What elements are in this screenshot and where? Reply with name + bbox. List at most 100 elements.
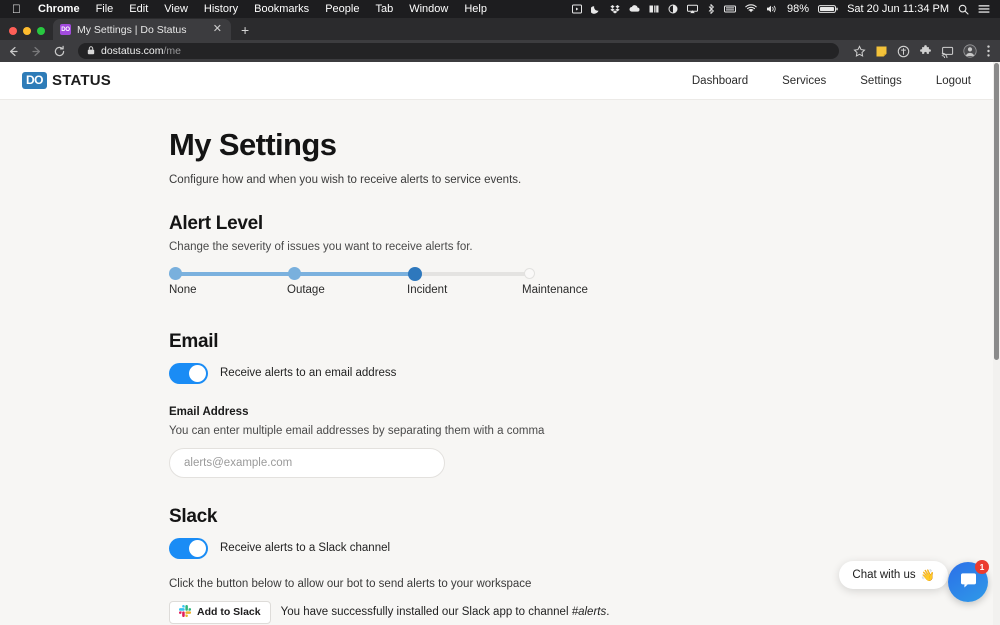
browser-tab[interactable]: DO My Settings | Do Status ✕: [53, 19, 231, 40]
menu-item-file[interactable]: File: [88, 3, 122, 15]
star-bookmark-icon[interactable]: [853, 45, 866, 58]
address-bar[interactable]: dostatus.com/me: [78, 43, 839, 59]
page-viewport: DO STATUS Dashboard Services Settings Lo…: [0, 62, 1000, 625]
battery-percent: 98%: [787, 3, 809, 15]
slider-label-incident: Incident: [407, 284, 447, 296]
forward-arrow-icon[interactable]: [30, 45, 43, 58]
os-menu-bar:  Chrome File Edit View History Bookmark…: [0, 0, 1000, 18]
keyboard-icon[interactable]: [724, 4, 736, 14]
chrome-menu-icon[interactable]: [986, 44, 991, 58]
nav-item-logout[interactable]: Logout: [936, 75, 971, 87]
slack-status-suffix: .: [606, 606, 609, 618]
email-section: Email Receive alerts to an email address…: [169, 331, 993, 478]
slider-handle-none[interactable]: [169, 267, 182, 280]
menu-item-view[interactable]: View: [156, 3, 196, 15]
slider-label-maintenance: Maintenance: [522, 284, 588, 296]
browser-tab-strip: DO My Settings | Do Status ✕ +: [0, 18, 1000, 40]
site-logo[interactable]: DO STATUS: [22, 72, 111, 89]
alert-level-slider[interactable]: None Outage Incident Maintenance: [169, 267, 534, 301]
slack-status-prefix: You have successfully installed our Slac…: [281, 606, 572, 618]
slider-handle-incident[interactable]: [408, 267, 422, 281]
back-arrow-icon[interactable]: [7, 45, 20, 58]
main-nav: Dashboard Services Settings Logout: [692, 75, 971, 87]
minimize-window-button[interactable]: [23, 27, 31, 35]
slack-toggle[interactable]: [169, 538, 208, 559]
menu-item-edit[interactable]: Edit: [121, 3, 156, 15]
menu-item-bookmarks[interactable]: Bookmarks: [246, 3, 317, 15]
alert-level-heading: Alert Level: [169, 213, 993, 235]
page-title: My Settings: [169, 128, 993, 162]
slack-channel-name: #alerts: [572, 606, 607, 618]
nav-item-settings[interactable]: Settings: [860, 75, 902, 87]
plus-icon[interactable]: +: [231, 23, 259, 40]
logo-wordmark: STATUS: [52, 72, 111, 89]
add-to-slack-button[interactable]: Add to Slack: [169, 601, 271, 624]
chat-bubble-icon: [959, 570, 978, 594]
profile-avatar-icon[interactable]: [963, 44, 977, 58]
browser-toolbar: dostatus.com/me: [0, 40, 1000, 62]
email-input[interactable]: [169, 448, 445, 478]
extensions-puzzle-icon[interactable]: [919, 45, 932, 58]
search-icon[interactable]: [958, 4, 969, 15]
email-field-help: You can enter multiple email addresses b…: [169, 425, 993, 437]
lock-icon: [87, 46, 95, 57]
address-bar-url: dostatus.com/me: [101, 45, 181, 57]
page-scrollbar-thumb[interactable]: [994, 63, 999, 360]
menu-item-chrome[interactable]: Chrome: [30, 3, 88, 15]
toolbar-actions: [853, 44, 993, 58]
tab-title: My Settings | Do Status: [77, 24, 205, 36]
email-toggle[interactable]: [169, 363, 208, 384]
bluetooth-icon[interactable]: [707, 4, 715, 14]
alert-level-section: Alert Level Change the severity of issue…: [169, 213, 993, 301]
battery-icon: [818, 4, 838, 14]
nav-item-services[interactable]: Services: [782, 75, 826, 87]
apple-icon[interactable]: : [6, 3, 30, 15]
menu-item-history[interactable]: History: [196, 3, 246, 15]
slider-label-outage: Outage: [287, 284, 325, 296]
toggle-knob: [189, 540, 206, 557]
moon-icon[interactable]: [591, 4, 601, 14]
email-heading: Email: [169, 331, 993, 353]
toggle-knob: [189, 365, 206, 382]
close-window-button[interactable]: [9, 27, 17, 35]
page-content: My Settings Configure how and when you w…: [0, 100, 993, 624]
slack-logo-icon: [179, 605, 191, 620]
alert-level-description: Change the severity of issues you want t…: [169, 241, 993, 253]
slack-install-row: Add to Slack You have successfully insta…: [169, 601, 993, 624]
url-domain: dostatus.com: [101, 45, 163, 57]
slider-handle-outage[interactable]: [288, 267, 301, 280]
shield-icon[interactable]: [897, 45, 910, 58]
menu-item-window[interactable]: Window: [401, 3, 456, 15]
chat-prompt-text: Chat with us: [852, 569, 915, 581]
zoom-window-button[interactable]: [37, 27, 45, 35]
add-to-slack-label: Add to Slack: [197, 606, 261, 618]
page-scrollbar[interactable]: [993, 62, 1000, 625]
cast-icon[interactable]: [941, 45, 954, 58]
slider-handle-maintenance[interactable]: [524, 268, 535, 279]
reload-icon[interactable]: [53, 45, 66, 58]
url-path: /me: [163, 45, 181, 57]
slider-label-none: None: [169, 284, 197, 296]
wifi-icon[interactable]: [745, 4, 757, 14]
control-center-icon[interactable]: [978, 4, 990, 14]
chat-launcher-button[interactable]: 1: [948, 562, 988, 602]
email-field-label: Email Address: [169, 406, 993, 418]
screen-recording-icon[interactable]: [572, 4, 582, 14]
email-toggle-row: Receive alerts to an email address: [169, 363, 993, 384]
menu-item-help[interactable]: Help: [456, 3, 495, 15]
grayscale-circle-icon[interactable]: [668, 4, 678, 14]
menu-item-people[interactable]: People: [317, 3, 367, 15]
chat-prompt-pill[interactable]: Chat with us 👋: [839, 561, 948, 589]
close-icon[interactable]: ✕: [211, 24, 224, 35]
menubar-clock[interactable]: Sat 20 Jun 11:34 PM: [847, 3, 949, 15]
volume-icon[interactable]: [766, 4, 778, 14]
menu-item-tab[interactable]: Tab: [367, 3, 401, 15]
airplay-icon[interactable]: [687, 4, 698, 14]
note-icon[interactable]: [875, 45, 888, 58]
cloud-icon[interactable]: [629, 4, 640, 14]
slack-toggle-row: Receive alerts to a Slack channel: [169, 538, 993, 559]
dropbox-icon[interactable]: [610, 4, 620, 14]
columns-icon[interactable]: [649, 4, 659, 14]
nav-item-dashboard[interactable]: Dashboard: [692, 75, 748, 87]
tab-favicon: DO: [60, 24, 71, 35]
